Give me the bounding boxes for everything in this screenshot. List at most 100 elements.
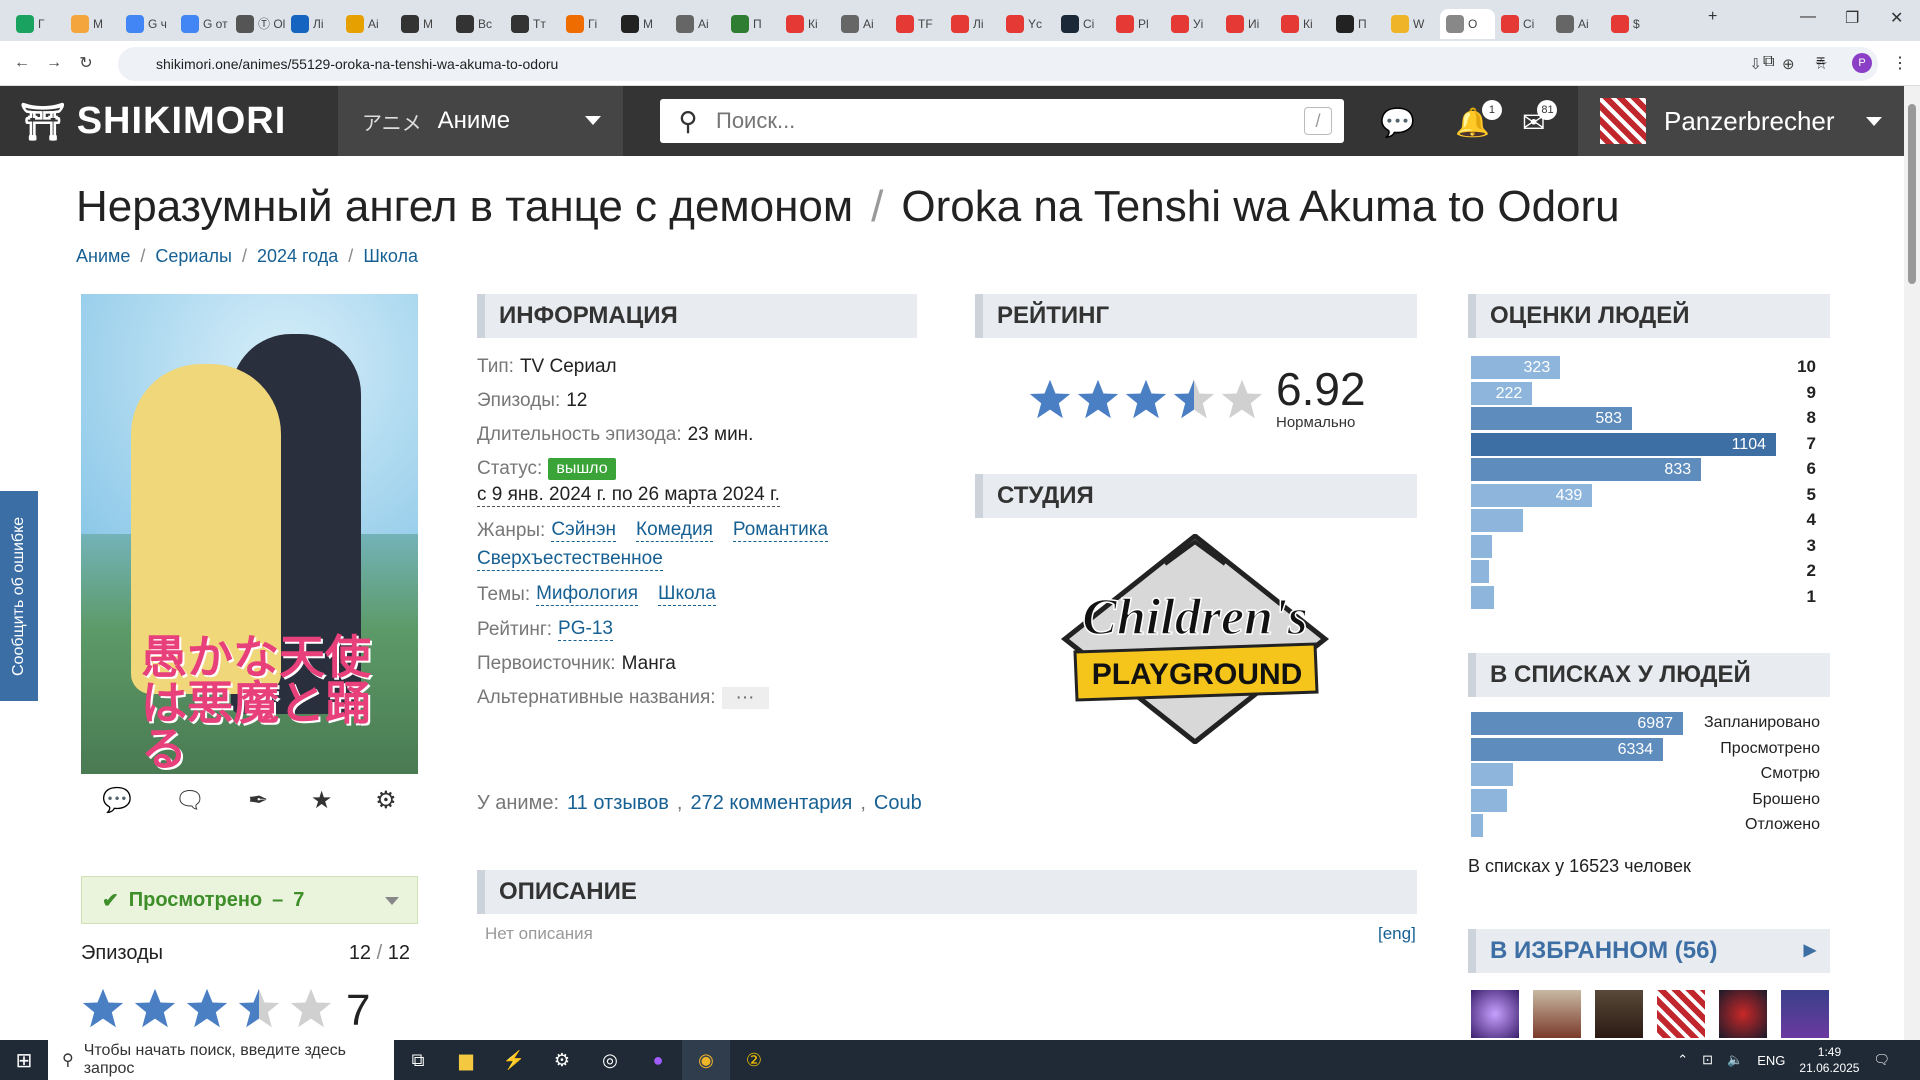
theme-link[interactable]: Мифология [536,583,639,606]
extensions-icon[interactable]: ⧉ [1763,53,1774,71]
app-z-icon[interactable]: ② [730,1040,778,1080]
search-input[interactable] [716,108,1276,134]
browser-tab[interactable]: Лі [285,9,340,39]
browser-tab[interactable]: Гі [560,9,615,39]
avatar[interactable] [1657,990,1705,1038]
maximize-icon[interactable]: ❐ [1845,8,1859,28]
genre-link[interactable]: Романтика [732,519,829,542]
chat-icon[interactable]: 💬 [1380,106,1415,139]
crumb-school[interactable]: Школа [363,246,418,267]
browser-tab[interactable]: П [1330,9,1385,39]
media-icon[interactable]: ≡ [1816,53,1825,71]
genre-link[interactable]: Сэйнэн [551,519,617,542]
close-window-icon[interactable]: ✕ [1890,8,1903,28]
alt-names-toggle[interactable]: ··· [721,687,769,709]
crumb-anime[interactable]: Аниме [76,246,130,267]
genre-link[interactable]: Сверхъестественное [477,548,663,571]
browser-tab[interactable]: Вс [450,9,505,39]
zoom-icon[interactable]: ⊕ [1782,55,1795,73]
notification-center-icon[interactable]: 🗨 [1873,1052,1890,1068]
forward-icon[interactable]: → [38,54,70,72]
menu-icon[interactable]: ⋮ [1892,53,1908,73]
browser-tab[interactable]: Сі [1055,9,1110,39]
crumb-year[interactable]: 2024 года [257,246,338,267]
scrollbar-thumb[interactable] [1908,104,1916,284]
search-box[interactable]: ⚲ / [660,99,1344,143]
avatar[interactable] [1781,990,1829,1038]
browser-tab[interactable]: Г [10,9,65,39]
network-icon[interactable]: ⊡ [1702,1052,1713,1068]
comments-link[interactable]: 272 комментария [690,792,852,815]
app-steam-icon[interactable]: ◎ [586,1040,634,1080]
comments-icon[interactable]: 💬 [102,786,132,815]
tray-chevron-icon[interactable]: ⌃ [1677,1052,1688,1068]
browser-tab[interactable]: М [615,9,670,39]
genre-link[interactable]: Комедия [636,519,713,542]
section-selector[interactable]: アニメ Аниме [338,86,623,156]
theme-link[interactable]: Школа [658,583,716,606]
avatar[interactable] [1595,990,1643,1038]
browser-tab[interactable]: W [1385,9,1440,39]
episodes-counter[interactable]: 12 / 12 [349,942,410,965]
anime-poster[interactable]: 愚かな天使は悪魔と踊る [81,294,418,774]
browser-tab[interactable]: G от [175,9,230,39]
browser-tab[interactable]: Ⓣ Ol [230,9,285,39]
browser-tab[interactable]: П [725,9,780,39]
page-scrollbar[interactable] [1904,86,1920,1040]
avatar[interactable] [1471,990,1519,1038]
back-icon[interactable]: ← [6,54,38,72]
browser-tab[interactable]: Аі [670,9,725,39]
new-tab-icon[interactable]: + [1708,8,1717,26]
favorite-star-icon[interactable]: ★ [311,786,333,815]
reload-icon[interactable]: ↻ [70,53,102,73]
volume-icon[interactable]: 🔈 [1727,1052,1743,1068]
coub-link[interactable]: Coub [874,792,922,815]
reviews-link[interactable]: 11 отзывов [567,792,669,815]
language-indicator[interactable]: ENG [1757,1053,1785,1068]
browser-tab[interactable]: Кі [1275,9,1330,39]
taskbar-search[interactable]: ⚲ Чтобы начать поиск, введите здесь запро… [48,1040,394,1080]
profile-avatar[interactable]: P [1852,53,1872,73]
report-error-tab[interactable]: Сообщить об ошибке [0,491,38,701]
chrome-icon[interactable]: ◉ [682,1040,730,1080]
install-icon[interactable]: ⇩ [1749,55,1762,73]
browser-tab[interactable]: Кі [780,9,835,39]
browser-tab[interactable]: Сі [1495,9,1550,39]
air-dates[interactable]: с 9 янв. 2024 г. по 26 марта 2024 г. [477,484,780,507]
browser-tab[interactable]: М [395,9,450,39]
studio-logo[interactable]: Children's PLAYGROUND [1055,534,1335,744]
browser-tab[interactable]: О [1440,8,1495,39]
file-explorer-icon[interactable]: ▆ [442,1040,490,1080]
browser-tab[interactable]: Yc [1000,9,1055,39]
browser-tab[interactable]: Рl [1110,9,1165,39]
browser-tab[interactable]: Иі [1220,9,1275,39]
browser-tab[interactable]: М [65,9,120,39]
avatar[interactable] [1533,990,1581,1038]
browser-tab[interactable]: Аі [1550,9,1605,39]
app-bolt-icon[interactable]: ⚡ [490,1040,538,1080]
browser-tab[interactable]: G ч [120,9,175,39]
browser-tab[interactable]: Уі [1165,9,1220,39]
task-view-icon[interactable]: ⧉ [394,1040,442,1080]
minimize-icon[interactable]: — [1800,8,1816,26]
app-circle-icon[interactable]: ● [634,1040,682,1080]
notifications-icon[interactable]: 🔔 1 [1455,100,1502,139]
user-rate-dropdown[interactable]: ✔ Просмотрено – 7 [81,876,418,924]
mail-icon[interactable]: ✉ 81 [1522,100,1558,139]
discussion-icon[interactable]: 🗨 [175,786,205,815]
site-logo[interactable]: ⛩ SHIKIMORI [20,100,286,143]
browser-tab[interactable]: Тт [505,9,560,39]
description-lang-link[interactable]: [eng] [1378,924,1416,944]
favorites-heading[interactable]: В ИЗБРАННОМ (56) ▶ [1468,929,1830,973]
browser-tab[interactable]: $ [1605,9,1660,39]
browser-tab[interactable]: Лі [945,9,1000,39]
quill-icon[interactable]: ✒ [248,786,268,815]
age-rating-link[interactable]: PG-13 [558,618,613,641]
user-score-stars[interactable] [81,986,333,1030]
browser-tab[interactable]: Аі [835,9,890,39]
windows-start-icon[interactable]: ⊞ [0,1048,48,1073]
browser-tab[interactable]: ТF [890,9,945,39]
clock[interactable]: 1:49 21.06.2025 [1799,1044,1859,1076]
url-field[interactable]: shikimori.one/animes/55129-oroka-na-tens… [118,47,1878,81]
browser-tab[interactable]: Ai [340,9,395,39]
